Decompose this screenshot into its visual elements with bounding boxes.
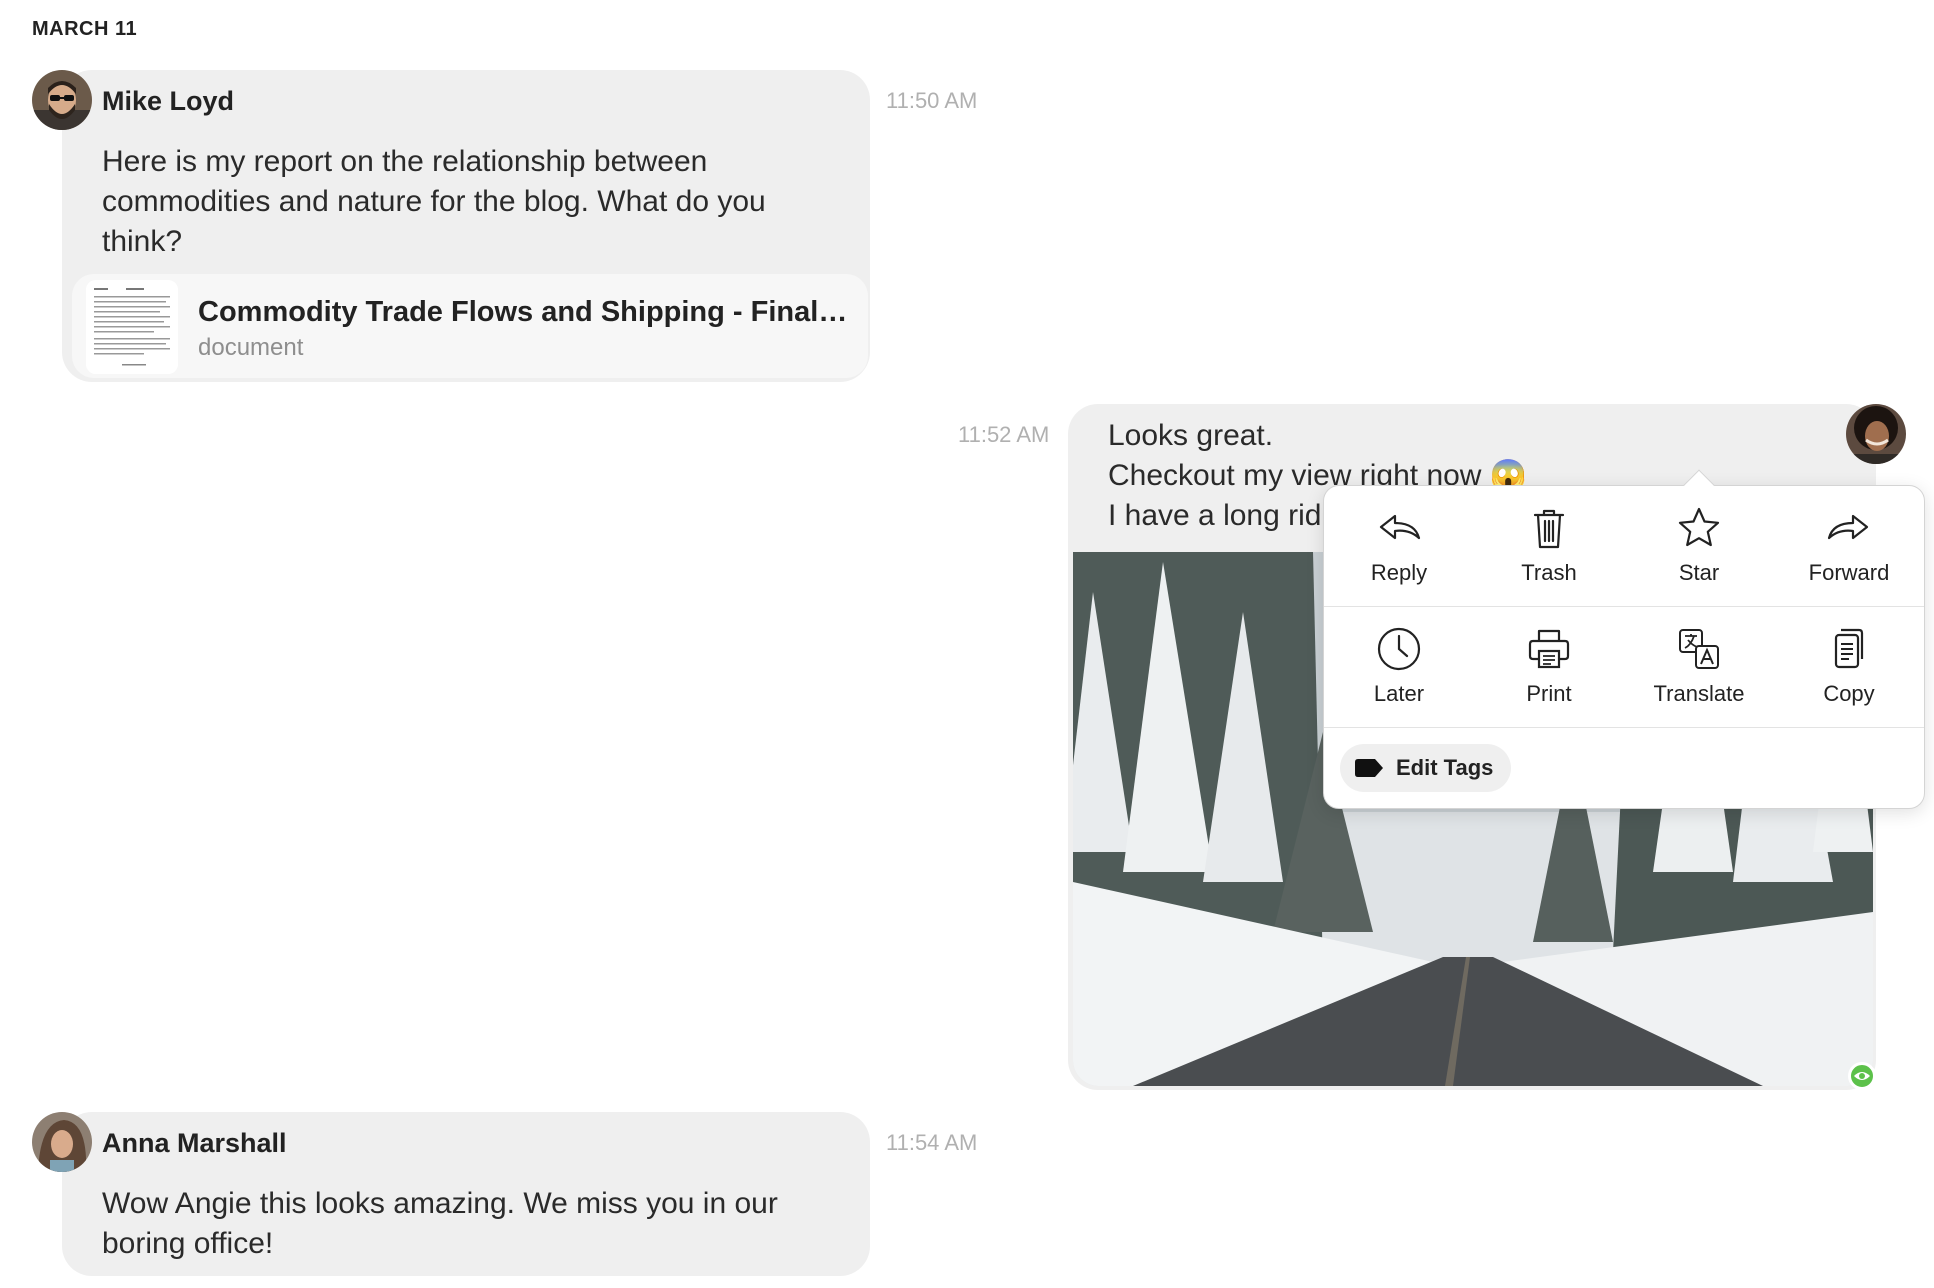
print-action[interactable]: Print <box>1474 607 1624 727</box>
action-label: Star <box>1678 560 1720 585</box>
action-label: Copy <box>1823 681 1875 706</box>
action-label: Trash <box>1521 560 1577 585</box>
avatar-anna-marshall[interactable] <box>32 1112 92 1172</box>
copy-icon <box>1825 625 1873 673</box>
date-header: MARCH 11 <box>32 18 138 40</box>
later-action[interactable]: Later <box>1324 607 1474 727</box>
attachment-title: Commodity Trade Flows and Shipping - Fin… <box>198 296 848 328</box>
message-line: commodities and nature for the blog. Wha… <box>102 185 766 218</box>
reply-icon <box>1375 504 1423 552</box>
sender-name: Mike Loyd <box>102 86 235 116</box>
trash-icon <box>1525 504 1573 552</box>
message-timestamp: 11:52 AM <box>958 422 1050 447</box>
translate-action[interactable]: Translate <box>1624 607 1774 727</box>
action-label: Later <box>1373 681 1425 706</box>
message-text: Wow Angie this looks amazing. We miss yo… <box>102 1184 842 1264</box>
edit-tags-label: Edit Tags <box>1396 755 1494 780</box>
message-timestamp: 11:50 AM <box>886 88 978 113</box>
sender-name: Anna Marshall <box>102 1128 287 1158</box>
actions-row: Reply Trash Star Forward <box>1324 486 1924 607</box>
message-text: Here is my report on the relationship be… <box>102 142 842 262</box>
action-label: Translate <box>1653 681 1745 706</box>
tag-icon <box>1354 758 1384 778</box>
message-timestamp: 11:54 AM <box>886 1130 978 1155</box>
message-line: Wow Angie this looks amazing. We miss yo… <box>102 1187 778 1220</box>
document-attachment[interactable]: Commodity Trade Flows and Shipping - Fin… <box>72 274 868 378</box>
action-label: Reply <box>1370 560 1428 585</box>
edit-tags-button[interactable]: Edit Tags <box>1340 744 1512 792</box>
seen-badge <box>1848 1062 1876 1090</box>
message-line: boring office! <box>102 1227 274 1260</box>
action-label: Forward <box>1808 560 1890 585</box>
actions-row: Later Print Translate Copy <box>1324 607 1924 728</box>
message-line: Looks great. <box>1108 419 1274 452</box>
translate-icon <box>1675 625 1723 673</box>
action-label: Print <box>1526 681 1572 706</box>
avatar-own-user[interactable] <box>1846 404 1906 464</box>
message-actions-menu: Reply Trash Star Forward Later Print Tra… <box>1323 485 1925 809</box>
trash-action[interactable]: Trash <box>1474 486 1624 606</box>
message-line: think? <box>102 225 183 258</box>
printer-icon <box>1525 625 1573 673</box>
avatar-mike-loyd[interactable] <box>32 70 92 130</box>
attachment-type: document <box>198 334 304 361</box>
document-thumbnail <box>86 280 178 374</box>
forward-action[interactable]: Forward <box>1774 486 1924 606</box>
message-line: Here is my report on the relationship be… <box>102 145 708 178</box>
clock-icon <box>1375 625 1423 673</box>
copy-action[interactable]: Copy <box>1774 607 1924 727</box>
reply-action[interactable]: Reply <box>1324 486 1474 606</box>
forward-icon <box>1825 504 1873 552</box>
star-action[interactable]: Star <box>1624 486 1774 606</box>
star-icon <box>1675 504 1723 552</box>
